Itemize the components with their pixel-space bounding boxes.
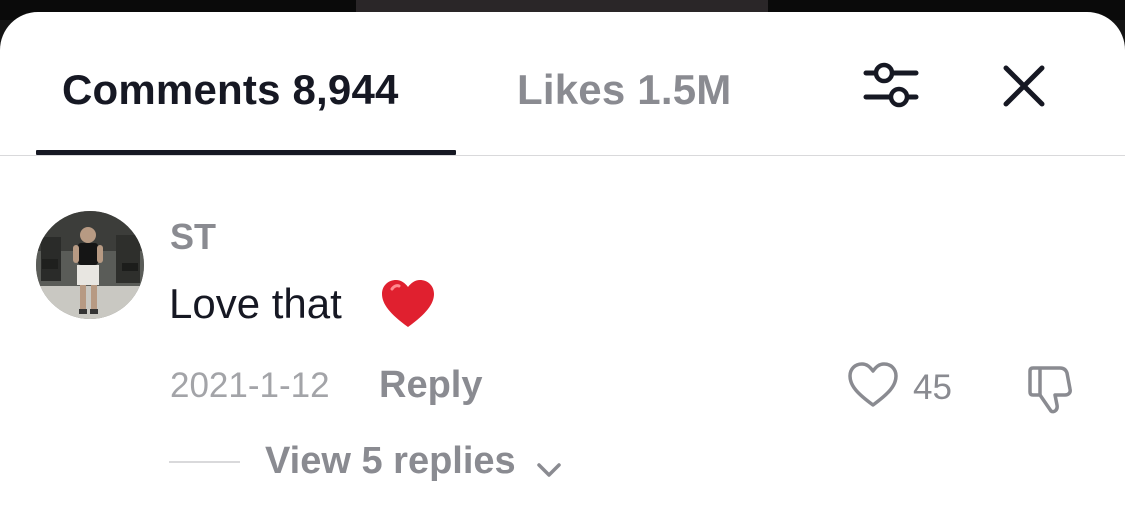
chevron-down-icon[interactable] — [535, 460, 563, 480]
comment-date: 2021-1-12 — [170, 366, 330, 405]
heart-outline-icon[interactable] — [846, 360, 900, 410]
tab-bar: Comments 8,944 Likes 1.5M — [0, 12, 1125, 156]
tabs-divider — [0, 155, 1125, 156]
tab-likes[interactable]: Likes 1.5M — [517, 66, 731, 114]
thumbs-down-icon[interactable] — [1024, 362, 1080, 416]
close-icon[interactable] — [998, 60, 1050, 112]
replies-divider — [169, 461, 240, 463]
tab-comments[interactable]: Comments 8,944 — [62, 66, 399, 114]
comments-sheet: Comments 8,944 Likes 1.5M ST Love that 2… — [0, 12, 1125, 532]
like-count: 45 — [913, 368, 952, 407]
reply-button[interactable]: Reply — [379, 364, 482, 407]
view-replies-button[interactable]: View 5 replies — [265, 440, 516, 483]
avatar[interactable] — [36, 211, 144, 319]
comment-username[interactable]: ST — [170, 216, 216, 258]
sliders-icon[interactable] — [860, 56, 922, 114]
red-heart-emoji — [380, 277, 436, 333]
comment-text: Love that — [169, 280, 342, 327]
